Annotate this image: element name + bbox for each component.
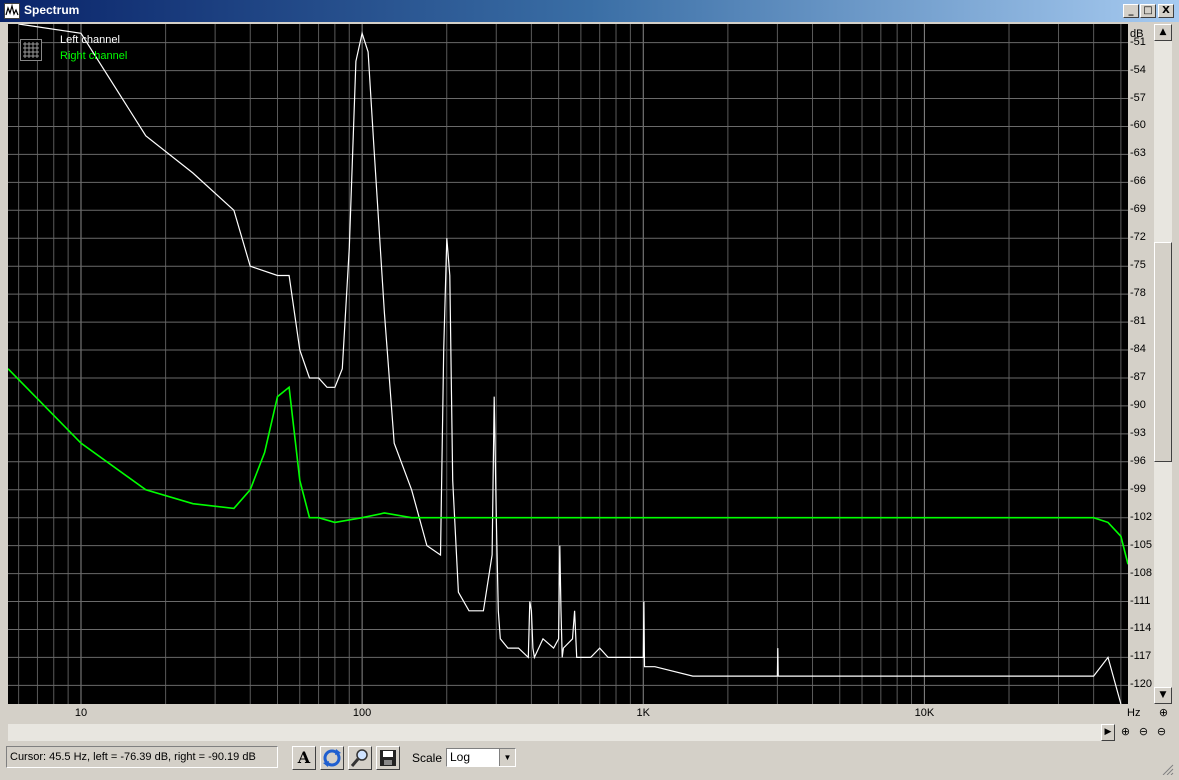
grid-icon[interactable]	[20, 39, 42, 61]
horizontal-scrollbar[interactable]	[8, 724, 1114, 741]
zoom-in-icon[interactable]: ⊕	[1117, 724, 1134, 741]
y-tick-label: -84	[1130, 343, 1146, 356]
close-button[interactable]: X	[1158, 4, 1174, 18]
scale-select[interactable]: Log ▼	[446, 748, 516, 767]
y-tick-label: -66	[1130, 175, 1146, 188]
y-tick-label: -60	[1130, 119, 1146, 132]
y-tick-label: -81	[1130, 315, 1146, 328]
legend-right-channel: Right channel	[60, 50, 128, 62]
y-tick-label: -69	[1130, 203, 1146, 216]
y-tick-label: -87	[1130, 370, 1146, 383]
y-tick-label: -114	[1130, 622, 1152, 635]
y-tick-label: -51	[1130, 35, 1146, 48]
x-tick-label: 100	[352, 707, 372, 719]
scroll-down-icon[interactable]: ▼	[1154, 687, 1172, 704]
refresh-icon[interactable]	[320, 746, 344, 770]
y-tick-label: -54	[1130, 63, 1146, 76]
save-icon[interactable]	[376, 746, 400, 770]
x-tick-label: 10	[74, 707, 88, 719]
chevron-down-icon[interactable]: ▼	[499, 749, 515, 766]
y-tick-label: -117	[1130, 650, 1152, 663]
zoom-out-icon[interactable]: ⊖	[1135, 724, 1152, 741]
y-tick-label: -108	[1130, 566, 1153, 579]
y-tick-label: -111	[1130, 594, 1151, 607]
y-tick-label: -99	[1130, 482, 1146, 495]
resize-grip-icon[interactable]	[1160, 762, 1174, 776]
spectrum-app-icon	[4, 3, 20, 19]
legend-left-channel: Left channel	[60, 34, 120, 46]
y-tick-label: -90	[1130, 398, 1146, 411]
y-tick-label: -63	[1130, 147, 1146, 160]
title-bar: Spectrum _ □ X	[0, 0, 1179, 22]
window-title: Spectrum	[24, 3, 80, 17]
y-tick-label: -75	[1130, 259, 1146, 272]
y-tick-label: -93	[1130, 426, 1146, 439]
series-right-channel	[8, 368, 1128, 565]
spectrum-plot[interactable]	[8, 24, 1128, 704]
scroll-right-icon[interactable]: ▶	[1101, 724, 1115, 741]
y-tick-label: -102	[1130, 510, 1153, 523]
y-tick-label: -120	[1130, 678, 1153, 691]
y-tick-label: -78	[1130, 287, 1146, 300]
x-tick-label: 1K	[636, 707, 650, 719]
x-axis	[8, 704, 1154, 722]
cursor-readout: Cursor: 45.5 Hz, left = -76.39 dB, right…	[6, 746, 278, 768]
maximize-button[interactable]: □	[1140, 4, 1156, 18]
x-axis-unit: Hz	[1127, 707, 1141, 719]
font-icon[interactable]: A	[292, 746, 316, 770]
minimize-button[interactable]: _	[1123, 4, 1139, 18]
scroll-up-icon[interactable]: ▲	[1154, 24, 1172, 41]
x-tick-label: 10K	[914, 707, 935, 719]
y-tick-label: -57	[1130, 91, 1146, 104]
vertical-scroll-thumb[interactable]	[1154, 242, 1172, 462]
y-tick-label: -105	[1130, 538, 1153, 551]
scale-label: Scale	[412, 751, 443, 765]
spectrum-chart-svg	[8, 24, 1128, 704]
search-icon[interactable]	[348, 746, 372, 770]
zoom-reset-icon[interactable]: ⊖	[1153, 724, 1170, 741]
zoom-in-y-icon[interactable]: ⊕	[1155, 705, 1172, 722]
y-tick-label: -96	[1130, 454, 1146, 467]
scale-select-value: Log	[450, 750, 471, 764]
y-tick-label: -72	[1130, 231, 1146, 244]
